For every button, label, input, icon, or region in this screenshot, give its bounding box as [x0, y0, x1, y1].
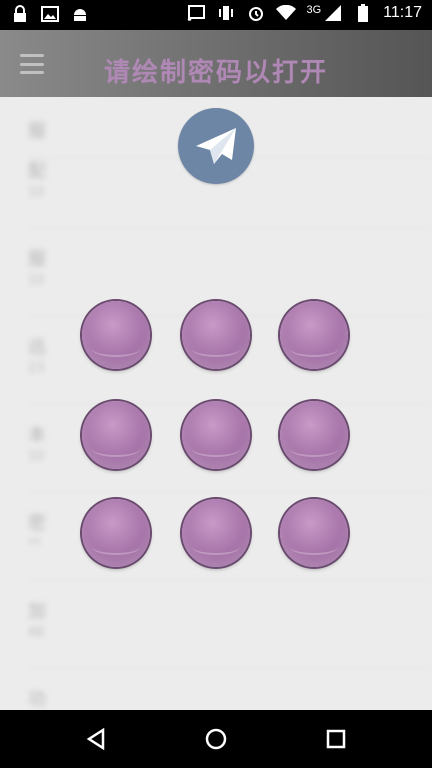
signal-icon: [323, 3, 343, 23]
recents-button[interactable]: [322, 725, 350, 753]
paper-plane-icon: [196, 128, 236, 164]
image-icon: [40, 4, 60, 24]
page-title: 请绘制密码以打开: [103, 58, 328, 88]
alarm-icon: [246, 3, 266, 23]
pattern-dot[interactable]: [82, 401, 150, 469]
status-bar: 3G 11:17: [0, 0, 432, 30]
back-button[interactable]: [82, 725, 110, 753]
pattern-dot[interactable]: [82, 301, 150, 369]
pattern-dot[interactable]: [82, 499, 150, 567]
pattern-dot[interactable]: [182, 499, 250, 567]
pattern-dot[interactable]: [182, 401, 250, 469]
pattern-dot[interactable]: [182, 301, 250, 369]
home-button[interactable]: [202, 725, 230, 753]
navigation-bar: [0, 710, 432, 768]
app-avatar: [178, 108, 254, 184]
pattern-lock-grid[interactable]: [82, 301, 350, 569]
network-type-label: 3G: [306, 4, 322, 16]
recents-icon: [326, 729, 346, 749]
lock-icon: [10, 4, 30, 24]
android-icon: [70, 4, 90, 24]
battery-icon: [353, 3, 373, 23]
home-icon: [205, 728, 227, 750]
pattern-dot[interactable]: [280, 401, 348, 469]
cast-icon: [186, 3, 206, 23]
pattern-dot[interactable]: [280, 301, 348, 369]
clock-time: 11:17: [383, 4, 422, 21]
vibrate-icon: [216, 3, 236, 23]
back-icon: [86, 728, 105, 750]
wifi-icon: [276, 3, 297, 23]
list-item: 加 AE: [28, 597, 432, 668]
pattern-dot[interactable]: [280, 499, 348, 567]
